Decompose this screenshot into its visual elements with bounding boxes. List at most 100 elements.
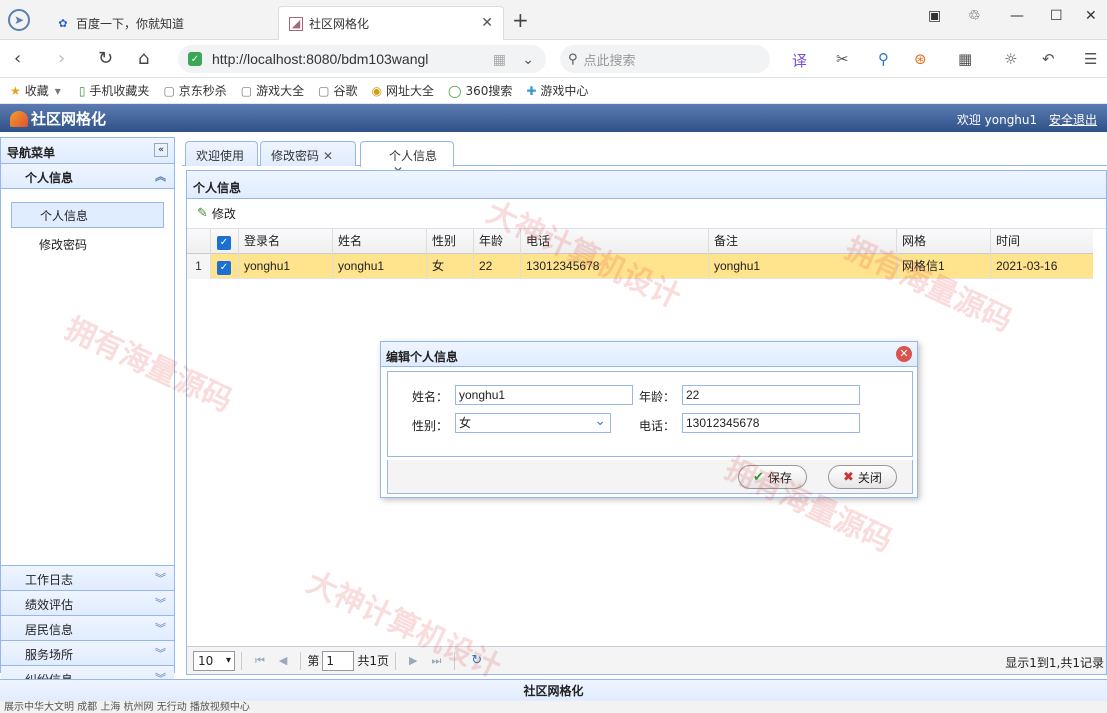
page-number-input[interactable]: 1: [322, 650, 355, 671]
edit-button[interactable]: 修改: [212, 205, 236, 222]
brightness-icon[interactable]: ☼: [1004, 50, 1017, 68]
translate-icon[interactable]: 译: [792, 50, 807, 71]
browser-tabbar: ➤ ✿ 百度一下，你就知道 ◢ 社区网格化 ✕ + ▣ ♲ — ☐ ✕: [0, 0, 1107, 40]
page-total: 共1页: [357, 654, 390, 668]
check-icon: ✔: [753, 469, 764, 485]
name-field[interactable]: yonghu1: [455, 385, 633, 405]
scissors-icon[interactable]: ✂: [836, 50, 849, 68]
edit-dialog: 编辑个人信息 ✕ 姓名： yonghu1 年龄： 22 性别： 女 电话： 13…: [380, 341, 918, 498]
select-all-checkbox[interactable]: ✓: [211, 228, 239, 254]
gender-label: 性别：: [412, 419, 449, 433]
tab-personal-info[interactable]: 个人信息✕: [360, 141, 454, 178]
collapse-sidebar-icon[interactable]: «: [154, 143, 168, 157]
sidebar-item-personal-info[interactable]: 个人信息: [11, 202, 164, 228]
url-dropdown-icon[interactable]: ⌄: [522, 51, 534, 68]
sidebar-section-worklog[interactable]: 工作日志 ︾: [1, 566, 174, 591]
column-header[interactable]: 姓名: [333, 228, 427, 254]
magnifier-icon[interactable]: ⚲: [878, 50, 889, 68]
favorite-item[interactable]: ▢ 游戏大全: [241, 82, 304, 99]
menu-icon[interactable]: ☰: [1084, 50, 1097, 68]
dialog-close-icon[interactable]: ✕: [896, 346, 912, 362]
table-row[interactable]: 1 ✓ yonghu1 yonghu1 女 22 13012345678 yon…: [187, 253, 1093, 279]
column-header[interactable]: 电话: [521, 228, 709, 254]
favorite-item[interactable]: ★ 收藏 ▾: [10, 82, 65, 99]
chevron-down-icon: ︾: [155, 647, 166, 660]
app-logo-icon: [10, 110, 28, 127]
favorite-item[interactable]: ▢ 京东秒杀: [163, 82, 226, 99]
minimize-icon[interactable]: —: [1010, 8, 1024, 24]
page-size-select[interactable]: 10: [193, 650, 235, 671]
check-icon: ✓: [217, 235, 231, 250]
chevron-down-icon: ︾: [155, 622, 166, 635]
sidebar-section-performance[interactable]: 绩效评估 ︾: [1, 591, 174, 616]
url-bar[interactable]: ✓ http://localhost:8080/bdm103wangl ▦ ⌄: [178, 45, 546, 73]
table-cell: yonghu1: [333, 253, 427, 279]
favorite-item[interactable]: ◉ 网址大全: [372, 82, 435, 99]
undo-icon[interactable]: ↶: [1042, 50, 1055, 68]
new-tab-button[interactable]: +: [512, 8, 529, 32]
home-icon[interactable]: ⌂: [138, 48, 149, 69]
reload-icon[interactable]: ↻: [98, 48, 113, 69]
maximize-icon[interactable]: ☐: [1050, 8, 1063, 24]
sidebar-section-residents[interactable]: 居民信息 ︾: [1, 616, 174, 641]
browser-logo-icon[interactable]: ➤: [8, 9, 30, 31]
sidebar-section-venues[interactable]: 服务场所 ︾: [1, 641, 174, 666]
browser-tab-app[interactable]: ◢ 社区网格化 ✕: [278, 6, 504, 40]
pagination: 10 ⏮ ◀ 第 1 共1页 ▶ ⏭ ↻ 显示1到1,共1记录: [187, 646, 1106, 674]
table-cell: 女: [427, 253, 474, 279]
column-header[interactable]: 性别: [427, 228, 474, 254]
site-favicon-icon: ◢: [289, 16, 303, 31]
column-header[interactable]: 登录名: [239, 228, 333, 254]
gamepad-icon[interactable]: ⊛: [914, 50, 927, 68]
skin-icon[interactable]: ♲: [968, 8, 981, 24]
page-tabs: 欢迎使用 修改密码✕ 个人信息✕: [182, 137, 1107, 178]
close-icon: ✖: [843, 469, 854, 485]
column-header[interactable]: 年龄: [474, 228, 521, 254]
close-tab-icon[interactable]: ✕: [481, 15, 493, 31]
sidebar-section-body: 个人信息 修改密码: [1, 189, 174, 566]
favorite-item[interactable]: ▯ 手机收藏夹: [79, 82, 150, 99]
app-header: 社区网格化 欢迎 yonghu1 安全退出: [0, 104, 1107, 132]
column-header[interactable]: 备注: [709, 228, 897, 254]
window-close-icon[interactable]: ✕: [1085, 8, 1097, 24]
url-text: http://localhost:8080/bdm103wangl: [212, 51, 429, 67]
favorite-item[interactable]: ▢ 谷歌: [318, 82, 357, 99]
welcome-text: 欢迎 yonghu1: [956, 113, 1038, 127]
save-button[interactable]: ✔ 保存: [738, 465, 807, 489]
search-box[interactable]: ⚲ 点此搜索: [560, 45, 770, 73]
next-page-icon[interactable]: ▶: [409, 654, 417, 667]
close-icon[interactable]: ✕: [323, 149, 333, 163]
page-icon: ▢: [318, 83, 330, 98]
browser-tab-title: 社区网格化: [309, 17, 370, 31]
gender-select[interactable]: 女: [455, 411, 611, 433]
apps-grid-icon[interactable]: ▦: [958, 50, 972, 68]
favorite-item[interactable]: ◯ 360搜索: [448, 82, 512, 99]
column-header[interactable]: 网格: [897, 228, 991, 254]
age-field[interactable]: 22: [682, 385, 860, 405]
grid-header: ✓ 登录名 姓名 性别 年龄 电话 备注 网格 时间: [187, 228, 1093, 254]
phone-field[interactable]: 13012345678: [682, 413, 860, 433]
browser-tab-baidu[interactable]: ✿ 百度一下，你就知道: [46, 6, 278, 40]
column-header[interactable]: 时间: [991, 229, 1087, 254]
panel-title: 个人信息: [187, 171, 1106, 199]
app-title: 社区网格化: [10, 108, 106, 129]
prev-page-icon[interactable]: ◀: [279, 654, 287, 667]
tab-welcome[interactable]: 欢迎使用: [185, 141, 258, 166]
back-icon[interactable]: ‹: [14, 48, 21, 69]
age-label: 年龄：: [639, 390, 676, 404]
first-page-icon[interactable]: ⏮: [255, 654, 265, 668]
chevron-up-icon: ︽: [155, 170, 166, 183]
last-page-icon[interactable]: ⏭: [432, 654, 442, 668]
sidebar-section-personal[interactable]: 个人信息 ︽: [1, 164, 174, 189]
favorite-item[interactable]: ✚ 游戏中心: [526, 82, 588, 99]
browser-tab-title: 百度一下，你就知道: [76, 16, 185, 31]
forward-icon[interactable]: ›: [58, 48, 65, 69]
sidebar-item-change-password[interactable]: 修改密码: [11, 232, 164, 258]
logout-link[interactable]: 安全退出: [1049, 113, 1097, 127]
row-checkbox[interactable]: ✓: [211, 253, 239, 279]
close-button[interactable]: ✖ 关闭: [828, 465, 897, 489]
qr-icon[interactable]: ▦: [493, 51, 506, 68]
tab-change-password[interactable]: 修改密码 ✕: [260, 141, 356, 166]
refresh-icon[interactable]: ↻: [471, 653, 482, 668]
tab-list-icon[interactable]: ▣: [928, 8, 941, 24]
